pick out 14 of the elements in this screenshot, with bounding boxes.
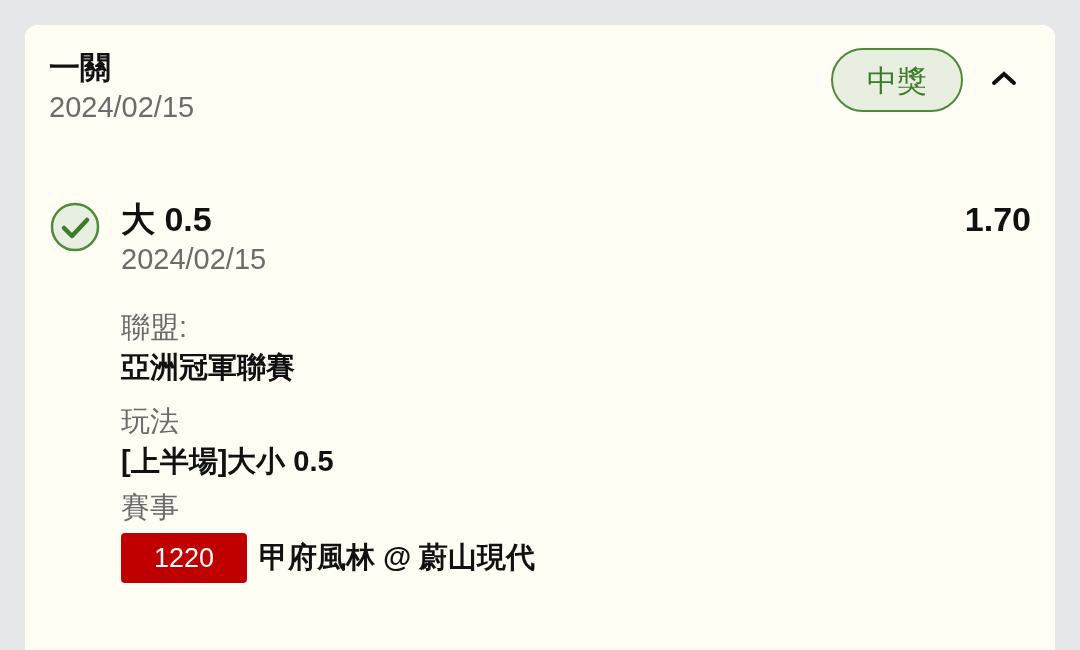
- chevron-up-icon: [991, 70, 1017, 86]
- status-badge: 中獎: [831, 48, 963, 112]
- detail-value: 亞洲冠軍聯賽: [121, 350, 296, 385]
- selection-pick: 大 0.5: [121, 199, 212, 240]
- detail-value: [上半場]大小 0.5: [121, 444, 335, 479]
- detail-label: 玩法: [121, 404, 180, 439]
- detail-label: 聯盟:: [121, 310, 189, 345]
- card-date: 2024/02/15: [49, 90, 195, 125]
- match-teams: 甲府風林 @ 蔚山現代: [259, 540, 536, 576]
- odds-value: 1.70: [964, 199, 1031, 240]
- match-label: 賽事: [121, 490, 180, 525]
- card-title: 一關: [49, 49, 112, 87]
- match-code: 1220: [121, 533, 247, 583]
- selection-date: 2024/02/15: [121, 242, 268, 277]
